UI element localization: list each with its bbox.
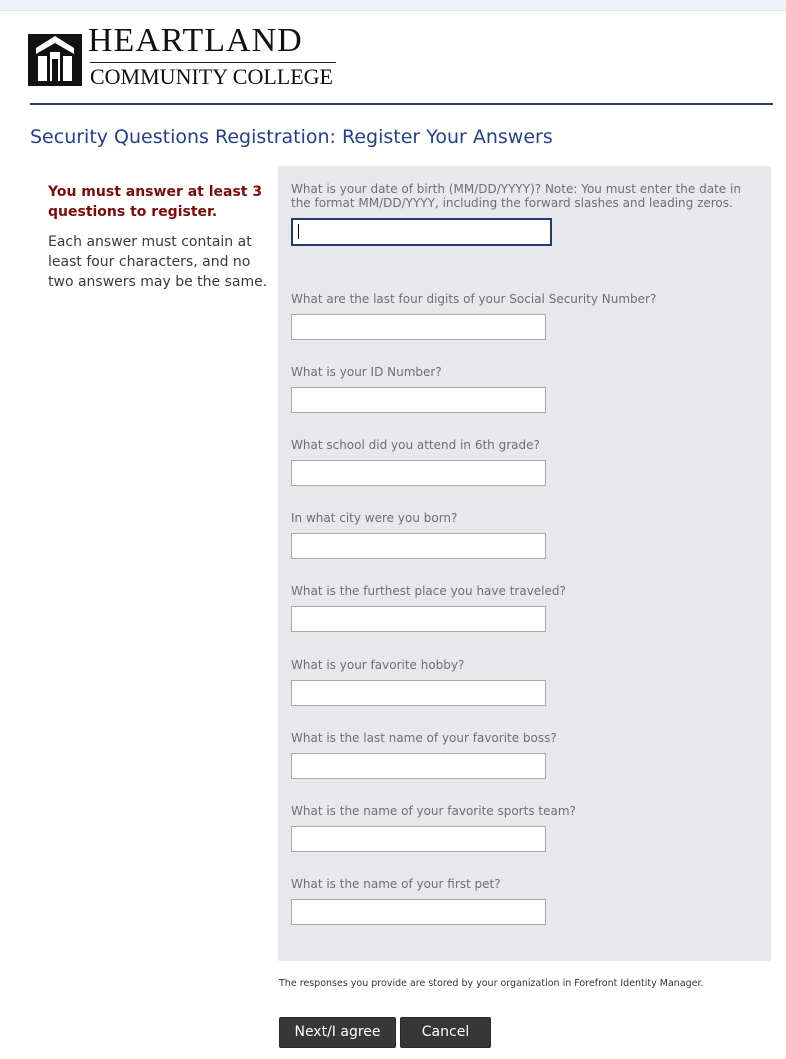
question-label: What are the last four digits of your So… — [291, 292, 657, 306]
ssn-last-four-answer-input[interactable] — [291, 314, 546, 340]
top-border — [0, 0, 786, 11]
question-favorite-hobby: What is your favorite hobby? — [291, 658, 751, 706]
question-label: What is the name of your favorite sports… — [291, 804, 576, 818]
question-label: In what city were you born? — [291, 511, 458, 525]
favorite-sports-team-answer-input[interactable] — [291, 826, 546, 852]
question-sixth-grade-school: What school did you attend in 6th grade? — [291, 438, 751, 486]
logo-title: HEARTLAND — [88, 22, 303, 59]
question-first-pet: What is the name of your first pet? — [291, 877, 751, 925]
first-pet-answer-input[interactable] — [291, 899, 546, 925]
sixth-grade-school-answer-input[interactable] — [291, 460, 546, 486]
favorite-hobby-answer-input[interactable] — [291, 680, 546, 706]
furthest-place-answer-input[interactable] — [291, 606, 546, 632]
privacy-note: The responses you provide are stored by … — [279, 978, 704, 989]
question-favorite-boss: What is the last name of your favorite b… — [291, 731, 751, 779]
question-label: What is your ID Number? — [291, 365, 442, 379]
minimum-answers-requirement: You must answer at least 3 questions to … — [48, 184, 263, 220]
answer-rules: Each answer must contain at least four c… — [48, 234, 268, 290]
cancel-button[interactable]: Cancel — [400, 1017, 491, 1048]
question-favorite-sports-team: What is the name of your favorite sports… — [291, 804, 751, 852]
question-label: What school did you attend in 6th grade? — [291, 438, 540, 452]
question-label: What is your date of birth (MM/DD/YYYY)?… — [291, 182, 741, 210]
answer-field-wrapper — [291, 218, 552, 246]
question-label: What is the name of your first pet? — [291, 877, 501, 891]
question-label: What is the last name of your favorite b… — [291, 731, 557, 745]
id-number-answer-input[interactable] — [291, 387, 546, 413]
security-questions-page: HEARTLAND COMMUNITY COLLEGE Security Que… — [0, 0, 786, 1059]
text-caret — [298, 224, 299, 239]
page-title: Security Questions Registration: Registe… — [30, 126, 553, 148]
logo-subtitle: COMMUNITY COLLEGE — [90, 64, 333, 89]
security-questions-panel: What is your date of birth (MM/DD/YYYY)?… — [278, 166, 771, 961]
college-header: HEARTLAND COMMUNITY COLLEGE — [28, 22, 773, 104]
question-date-of-birth: What is your date of birth (MM/DD/YYYY)?… — [291, 182, 751, 246]
heartland-building-logo-icon — [28, 34, 82, 86]
registration-instructions: You must answer at least 3 questions to … — [48, 182, 273, 292]
next-agree-button[interactable]: Next/I agree — [279, 1017, 396, 1048]
question-birth-city: In what city were you born? — [291, 511, 751, 559]
question-label: What is your favorite hobby? — [291, 658, 465, 672]
question-id-number: What is your ID Number? — [291, 365, 751, 413]
question-furthest-place: What is the furthest place you have trav… — [291, 584, 751, 632]
date-of-birth-answer-input[interactable] — [291, 218, 552, 246]
favorite-boss-answer-input[interactable] — [291, 753, 546, 779]
question-label: What is the furthest place you have trav… — [291, 584, 566, 598]
question-ssn-last-four: What are the last four digits of your So… — [291, 292, 751, 340]
header-divider — [30, 103, 773, 105]
birth-city-answer-input[interactable] — [291, 533, 546, 559]
logo-divider — [90, 62, 336, 63]
